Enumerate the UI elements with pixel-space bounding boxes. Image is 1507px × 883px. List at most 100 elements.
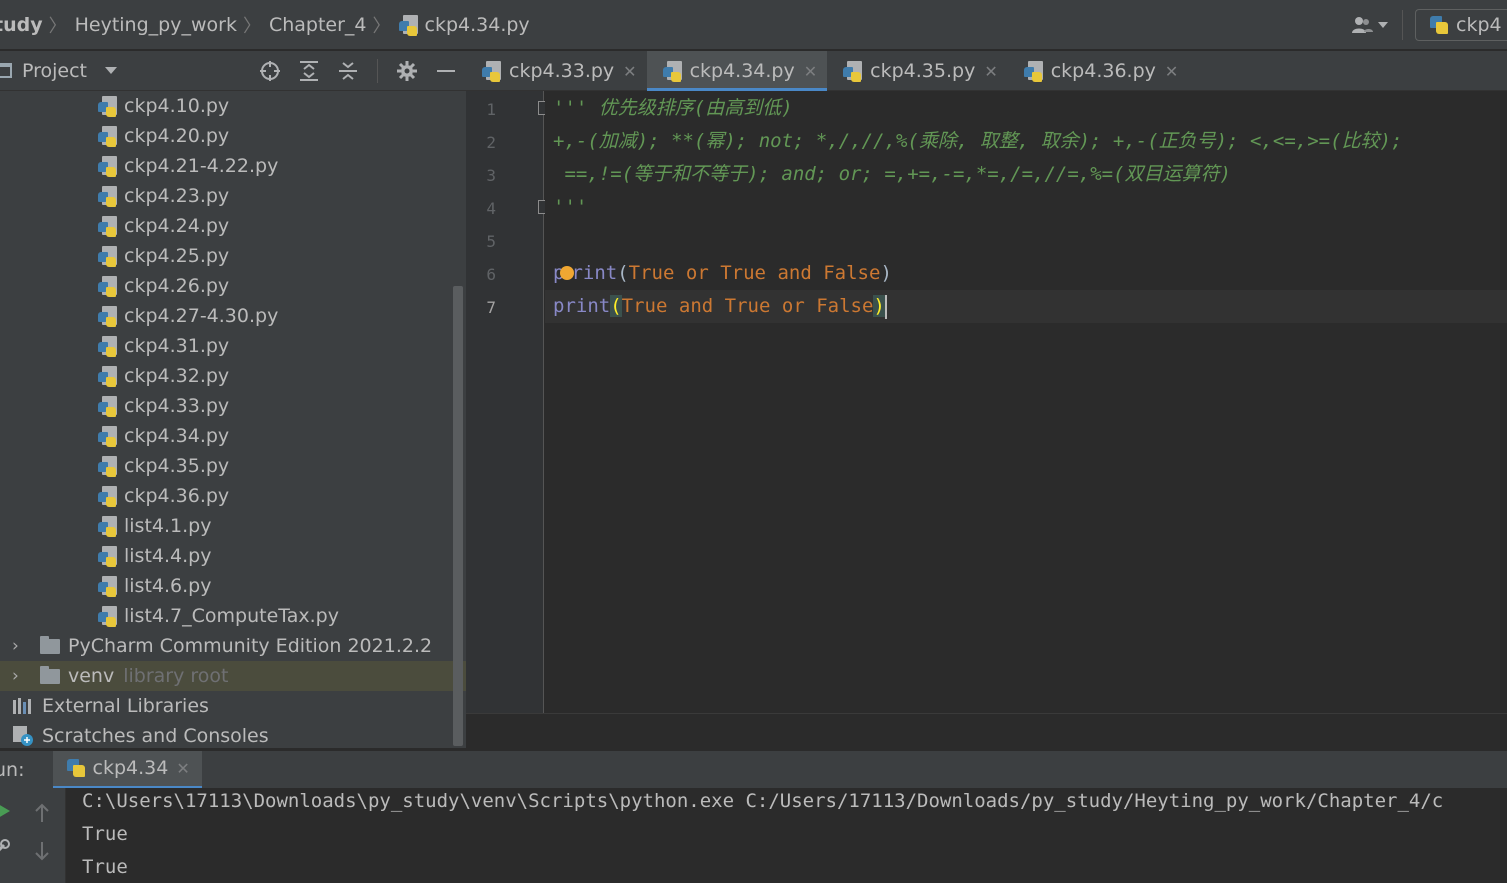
code-line-1: ''' 优先级排序(由高到低) xyxy=(553,97,793,119)
code-editor[interactable]: ''' 优先级排序(由高到低) +,-(加减); **(幂); not; *,/… xyxy=(545,91,1507,713)
scratches-label: Scratches and Consoles xyxy=(42,725,269,747)
python-file-icon xyxy=(482,60,504,82)
tree-item-scratches[interactable]: Scratches and Consoles xyxy=(0,721,466,751)
editor-breadcrumb-bar xyxy=(466,713,1507,748)
code-line-2: +,-(加减); **(幂); not; *,/,//,%(乘除, 取整, 取余… xyxy=(553,130,1403,152)
navigation-bar: tudy 〉 Heyting_py_work 〉 Chapter_4 〉 ckp… xyxy=(0,0,1507,50)
line-number: 1 xyxy=(486,100,496,119)
code-token: False xyxy=(823,262,881,284)
code-line-3: ==,!=(等于和不等于); and; or; =,+=,-=,*=,/=,//… xyxy=(553,163,1231,185)
tree-item-folder-venv[interactable]: › venv library root xyxy=(0,661,466,691)
tab-ckp4-35[interactable]: ckp4.35.py ✕ xyxy=(827,51,1008,91)
tab-ckp4-34[interactable]: ckp4.34.py ✕ xyxy=(646,51,828,91)
run-tab-ckp4-34[interactable]: ckp4.34 ✕ xyxy=(52,750,202,789)
tree-item-file[interactable]: ckp4.27-4.30.py xyxy=(0,301,466,331)
chevron-right-icon[interactable]: › xyxy=(12,666,28,686)
tree-item-file[interactable]: list4.1.py xyxy=(0,511,466,541)
folder-label: PyCharm Community Edition 2021.2.2 xyxy=(68,635,433,657)
run-tool-window-header: un: ckp4.34 ✕ xyxy=(0,750,1507,789)
breadcrumb-file[interactable]: ckp4.34.py xyxy=(398,13,530,36)
tree-item-file[interactable]: ckp4.25.py xyxy=(0,241,466,271)
run-configuration-label: ckp4 xyxy=(1456,14,1502,36)
line-number: 3 xyxy=(486,166,496,185)
code-token: True xyxy=(720,262,766,284)
tree-item-file[interactable]: list4.7_ComputeTax.py xyxy=(0,601,466,631)
python-file-icon xyxy=(98,605,120,627)
locate-file-icon[interactable] xyxy=(260,61,280,81)
console-line-command: C:\Users\17113\Downloads\py_study\venv\S… xyxy=(82,790,1444,812)
breadcrumb-label: Chapter_4 xyxy=(268,13,367,36)
tree-item-file[interactable]: ckp4.31.py xyxy=(0,331,466,361)
tree-item-file[interactable]: ckp4.36.py xyxy=(0,481,466,511)
breadcrumb-label: ckp4.34.py xyxy=(424,13,530,36)
tree-item-file[interactable]: ckp4.26.py xyxy=(0,271,466,301)
close-icon[interactable]: ✕ xyxy=(1165,62,1178,81)
gear-icon[interactable] xyxy=(397,61,417,81)
hide-panel-icon[interactable] xyxy=(436,61,456,81)
collapse-all-icon[interactable] xyxy=(338,61,358,81)
code-token: rint xyxy=(571,262,618,284)
breadcrumb-folder-chapter[interactable]: Chapter_4 xyxy=(269,14,367,36)
chevron-right-icon[interactable]: › xyxy=(12,636,28,656)
tree-item-file[interactable]: ckp4.24.py xyxy=(0,211,466,241)
tab-ckp4-33[interactable]: ckp4.33.py ✕ xyxy=(466,51,647,91)
tree-item-file[interactable]: list4.4.py xyxy=(0,541,466,571)
expand-all-icon[interactable] xyxy=(299,61,319,81)
breadcrumb-project[interactable]: tudy xyxy=(0,14,43,36)
tree-item-external-libraries[interactable]: External Libraries xyxy=(0,691,466,721)
code-token: ) xyxy=(873,295,885,317)
code-token: print xyxy=(553,295,611,317)
arrow-down-icon[interactable] xyxy=(32,840,52,862)
close-icon[interactable]: ✕ xyxy=(623,62,636,81)
breadcrumb-label: tudy xyxy=(0,13,43,36)
tree-item-file[interactable]: ckp4.20.py xyxy=(0,121,466,151)
toolbar-divider xyxy=(377,59,378,83)
breadcrumb-separator-icon: 〉 xyxy=(242,15,261,37)
code-token: ( xyxy=(617,262,629,284)
tree-item-file[interactable]: ckp4.32.py xyxy=(0,361,466,391)
close-icon[interactable]: ✕ xyxy=(984,62,997,81)
tree-item-file[interactable]: ckp4.33.py xyxy=(0,391,466,421)
python-file-icon xyxy=(98,245,120,267)
file-label: ckp4.10.py xyxy=(124,95,230,117)
breadcrumb-folder-heyting[interactable]: Heyting_py_work xyxy=(75,14,237,36)
library-icon xyxy=(13,698,31,714)
file-label: ckp4.36.py xyxy=(124,485,230,507)
tree-item-file[interactable]: ckp4.10.py xyxy=(0,91,466,121)
run-configuration-selector[interactable]: ckp4 xyxy=(1415,9,1507,41)
tab-ckp4-36[interactable]: ckp4.36.py ✕ xyxy=(1008,51,1189,91)
arrow-up-icon[interactable] xyxy=(32,802,52,824)
line-number: 6 xyxy=(486,265,496,284)
python-file-icon xyxy=(98,395,120,417)
python-file-icon xyxy=(98,185,120,207)
tree-item-folder-pycharm[interactable]: › PyCharm Community Edition 2021.2.2 xyxy=(0,631,466,661)
folder-icon xyxy=(40,665,60,684)
close-icon[interactable]: ✕ xyxy=(804,62,817,81)
code-token: True xyxy=(621,295,668,317)
tree-item-file[interactable]: ckp4.34.py xyxy=(0,421,466,451)
wrench-icon[interactable] xyxy=(0,836,12,858)
python-file-icon xyxy=(98,425,120,447)
tree-item-file[interactable]: ckp4.23.py xyxy=(0,181,466,211)
tree-item-file[interactable]: ckp4.35.py xyxy=(0,451,466,481)
python-file-icon xyxy=(662,60,685,82)
project-view-selector[interactable]: Project xyxy=(0,60,118,82)
intention-bulb-icon[interactable] xyxy=(560,265,575,280)
run-console[interactable]: C:\Users\17113\Downloads\py_study\venv\S… xyxy=(66,788,1507,883)
editor-gutter[interactable]: 1 2 3 4 5 6 7 xyxy=(466,91,550,713)
code-token: ( xyxy=(610,295,622,317)
tree-item-file[interactable]: ckp4.21-4.22.py xyxy=(0,151,466,181)
python-file-icon xyxy=(98,485,120,507)
tab-label: ckp4.34.py xyxy=(689,60,795,82)
python-file-icon xyxy=(843,60,865,82)
rerun-icon[interactable] xyxy=(0,800,14,822)
code-line-7: print(True and True or False) xyxy=(545,290,1507,323)
file-label: ckp4.35.py xyxy=(124,455,230,477)
tree-item-file[interactable]: list4.6.py xyxy=(0,571,466,601)
close-icon[interactable]: ✕ xyxy=(176,759,189,778)
project-scrollbar[interactable] xyxy=(453,286,463,746)
file-label: ckp4.34.py xyxy=(124,425,230,447)
account-button[interactable] xyxy=(1352,16,1388,34)
file-label: ckp4.26.py xyxy=(124,275,230,297)
folder-label: venv xyxy=(68,665,115,687)
